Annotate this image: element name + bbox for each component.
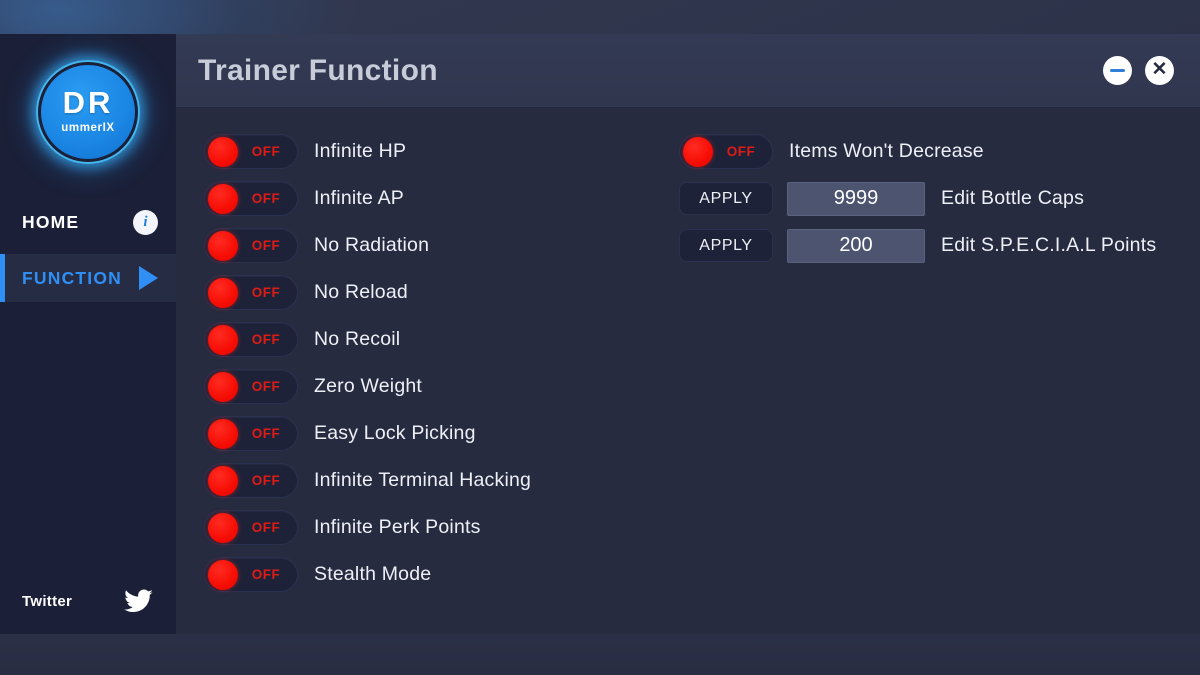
toggle-knob [208, 230, 238, 261]
toggle-state-label: OFF [251, 379, 281, 394]
toggle-state-label: OFF [251, 520, 281, 535]
function-label: Infinite HP [314, 140, 407, 162]
active-accent-bar [0, 254, 5, 302]
toggle-stealth-mode[interactable]: OFF [204, 557, 298, 592]
toggle-infinite-terminal-hacking[interactable]: OFF [204, 463, 298, 498]
toggle-state-label: OFF [726, 144, 756, 159]
twitter-link[interactable]: Twitter [0, 574, 176, 634]
toggle-items-wont-decrease[interactable]: OFF [679, 134, 773, 169]
play-icon [139, 266, 158, 290]
toggle-knob [208, 277, 238, 308]
toggle-knob [208, 559, 238, 590]
sidebar: DR ummerIX HOME i FUNCTION Twitter [0, 34, 176, 634]
function-row: OFF Stealth Mode [204, 551, 654, 598]
sidebar-item-function[interactable]: FUNCTION [0, 254, 176, 302]
toggle-knob [208, 465, 238, 496]
function-label: Easy Lock Picking [314, 422, 476, 444]
function-row: OFF No Reload [204, 269, 654, 316]
logo-secondary-text: ummerIX [61, 122, 115, 135]
sidebar-item-home[interactable]: HOME i [0, 198, 176, 246]
minimize-icon [1110, 69, 1125, 72]
toggle-state-label: OFF [251, 238, 281, 253]
background-blur-artifact [10, 640, 670, 674]
toggle-knob [208, 136, 238, 167]
toggle-knob [208, 324, 238, 355]
function-row: OFF No Radiation [204, 222, 654, 269]
toggle-infinite-perk-points[interactable]: OFF [204, 510, 298, 545]
function-row: OFF Infinite Terminal Hacking [204, 457, 654, 504]
toggle-state-label: OFF [251, 426, 281, 441]
logo-primary-text: DR [62, 85, 114, 121]
function-row: APPLY Edit S.P.E.C.I.A.L Points [679, 222, 1199, 269]
function-label: Stealth Mode [314, 563, 432, 585]
function-label: Infinite AP [314, 187, 405, 209]
toggle-state-label: OFF [251, 191, 281, 206]
toggle-state-label: OFF [251, 473, 281, 488]
function-label: Infinite Perk Points [314, 516, 481, 538]
toggle-infinite-hp[interactable]: OFF [204, 134, 298, 169]
function-label: No Reload [314, 281, 408, 303]
window-controls: ✕ [1103, 56, 1174, 85]
close-button[interactable]: ✕ [1145, 56, 1174, 85]
function-column-right: OFF Items Won't Decrease APPLY Edit Bott… [679, 128, 1199, 598]
logo-circle: DR ummerIX [41, 65, 135, 159]
function-label: Edit Bottle Caps [941, 187, 1085, 209]
function-column-left: OFF Infinite HP OFF Infinite AP OFF No R… [204, 128, 654, 598]
function-row: OFF Infinite AP [204, 175, 654, 222]
twitter-label: Twitter [22, 592, 73, 610]
function-row: APPLY Edit Bottle Caps [679, 175, 1199, 222]
toggle-no-reload[interactable]: OFF [204, 275, 298, 310]
function-label: No Radiation [314, 234, 430, 256]
function-row: OFF No Recoil [204, 316, 654, 363]
function-row: OFF Infinite Perk Points [204, 504, 654, 551]
toggle-state-label: OFF [251, 567, 281, 582]
toggle-knob [208, 371, 238, 402]
toggle-knob [683, 136, 713, 167]
special-points-input[interactable] [787, 228, 925, 263]
main-panel: Trainer Function ✕ OFF Infinite HP OFF I… [176, 34, 1200, 634]
apply-button-special-points[interactable]: APPLY [679, 229, 773, 262]
toggle-zero-weight[interactable]: OFF [204, 369, 298, 404]
toggle-knob [208, 512, 238, 543]
sidebar-item-label: HOME [22, 211, 80, 232]
minimize-button[interactable] [1103, 56, 1132, 85]
function-label: No Recoil [314, 328, 401, 350]
function-label: Infinite Terminal Hacking [314, 469, 532, 491]
page-title: Trainer Function [198, 53, 438, 87]
toggle-infinite-ap[interactable]: OFF [204, 181, 298, 216]
twitter-bird-icon[interactable] [124, 586, 154, 616]
function-label: Zero Weight [314, 375, 423, 397]
function-label: Items Won't Decrease [789, 140, 984, 162]
toggle-no-radiation[interactable]: OFF [204, 228, 298, 263]
toggle-state-label: OFF [251, 144, 281, 159]
sidebar-item-label: FUNCTION [22, 267, 123, 288]
function-row: OFF Zero Weight [204, 363, 654, 410]
app-logo: DR ummerIX [36, 60, 140, 164]
function-row: OFF Easy Lock Picking [204, 410, 654, 457]
apply-button-bottle-caps[interactable]: APPLY [679, 182, 773, 215]
function-row: OFF Infinite HP [204, 128, 654, 175]
toggle-knob [208, 418, 238, 449]
toggle-easy-lock-picking[interactable]: OFF [204, 416, 298, 451]
function-label: Edit S.P.E.C.I.A.L Points [941, 234, 1157, 256]
info-icon[interactable]: i [133, 209, 158, 235]
titlebar: Trainer Function ✕ [176, 34, 1200, 108]
toggle-no-recoil[interactable]: OFF [204, 322, 298, 357]
toggle-knob [208, 183, 238, 214]
toggle-state-label: OFF [251, 285, 281, 300]
desktop-backdrop: DR ummerIX HOME i FUNCTION Twitter Train… [0, 0, 1200, 675]
trainer-app-window: DR ummerIX HOME i FUNCTION Twitter Train… [0, 34, 1200, 634]
function-row: OFF Items Won't Decrease [679, 128, 1199, 175]
bottle-caps-input[interactable] [787, 181, 925, 216]
close-icon: ✕ [1151, 59, 1168, 80]
toggle-state-label: OFF [251, 332, 281, 347]
function-list: OFF Infinite HP OFF Infinite AP OFF No R… [176, 108, 1200, 598]
